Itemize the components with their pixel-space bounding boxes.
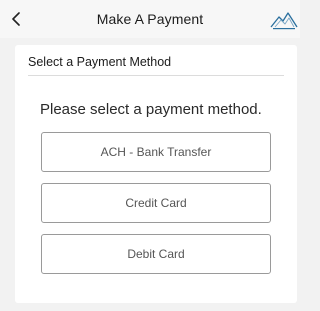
debit-card-button[interactable]: Debit Card [41, 234, 271, 274]
payment-method-card: Select a Payment Method Please select a … [15, 45, 297, 303]
ach-bank-transfer-button[interactable]: ACH - Bank Transfer [41, 132, 271, 172]
page-title: Make A Payment [96, 10, 204, 27]
credit-card-button[interactable]: Credit Card [41, 183, 271, 223]
back-button[interactable] [4, 6, 28, 32]
select-prompt: Please select a payment method. [40, 101, 262, 118]
mountain-logo-icon [270, 12, 298, 30]
top-bar: Make A Payment [0, 0, 300, 38]
divider [28, 75, 284, 76]
section-title: Select a Payment Method [28, 55, 172, 69]
chevron-left-icon [12, 12, 20, 26]
